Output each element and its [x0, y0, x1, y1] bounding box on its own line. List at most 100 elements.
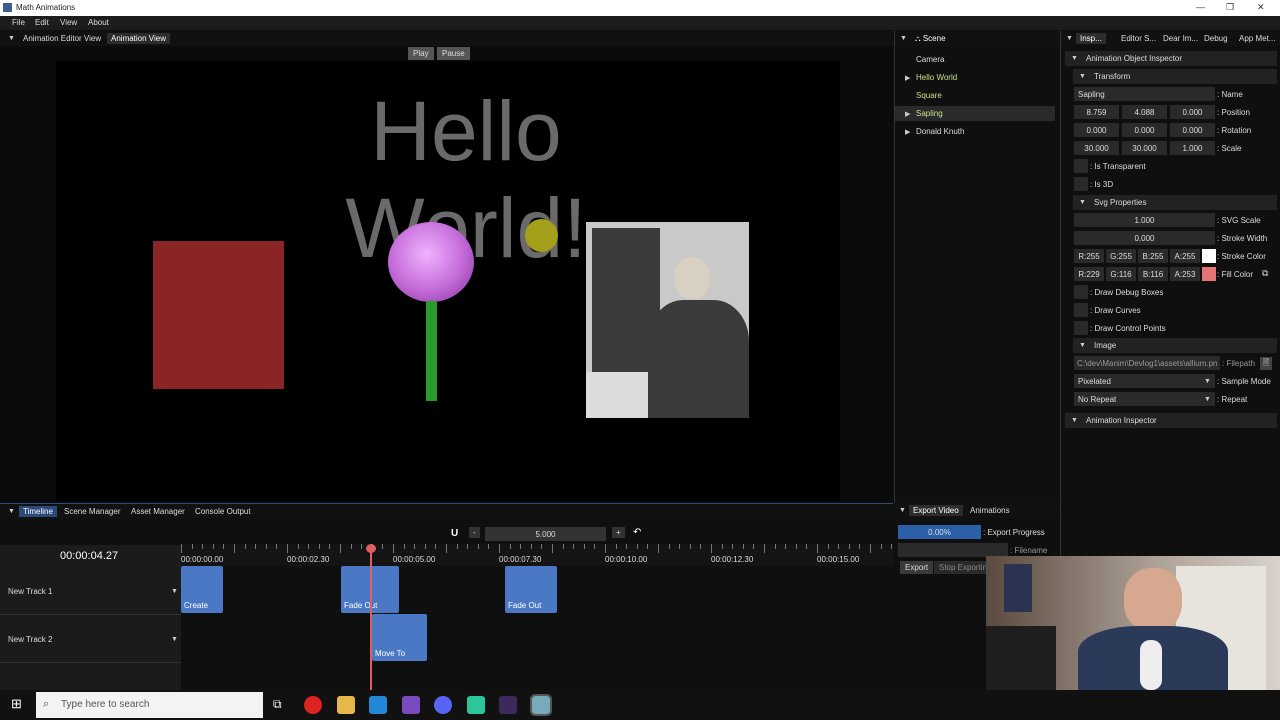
playhead[interactable] — [370, 548, 372, 690]
image-header[interactable]: ▼ Image — [1073, 338, 1277, 353]
menu-file[interactable]: File — [12, 18, 25, 27]
tab-inspector[interactable]: Insp... — [1076, 33, 1106, 44]
transform-header[interactable]: ▼ Transform — [1073, 69, 1277, 84]
rotation-y-input[interactable]: 0.000 — [1122, 123, 1167, 137]
app-icon-purple[interactable] — [499, 696, 517, 714]
tab-app-metrics[interactable]: App Met... — [1235, 33, 1279, 44]
tab-animations[interactable]: Animations — [966, 505, 1014, 516]
tab-asset-manager[interactable]: Asset Manager — [127, 506, 189, 517]
scene-item-sapling[interactable]: ▶ Sapling — [895, 106, 1055, 121]
scale-x-input[interactable]: 30.000 — [1074, 141, 1119, 155]
tab-console-output[interactable]: Console Output — [191, 506, 255, 517]
tab-export-video[interactable]: Export Video — [909, 505, 963, 516]
filepath-input[interactable]: C:\dev\Manim\Devlog1\assets\allium.pn — [1074, 356, 1220, 370]
repeat-select[interactable]: No Repeat — [1074, 392, 1215, 406]
scale-y-input[interactable]: 30.000 — [1122, 141, 1167, 155]
draw-control-points-checkbox[interactable] — [1074, 321, 1088, 335]
sample-mode-select[interactable]: Pixelated — [1074, 374, 1215, 388]
position-x-input[interactable]: 8.759 — [1074, 105, 1119, 119]
math-animations-taskbar-icon[interactable] — [530, 694, 552, 716]
tab-editor-settings[interactable]: Editor S... — [1117, 33, 1160, 44]
stroke-a-input[interactable]: A:255 — [1170, 249, 1200, 263]
current-time-box: 00:00:04.27 — [0, 545, 181, 567]
track-header-2[interactable]: New Track 2 ▼ — [0, 615, 181, 663]
dock-menu-icon[interactable]: ▼ — [8, 35, 15, 42]
is-3d-checkbox[interactable] — [1074, 177, 1088, 191]
menu-about[interactable]: About — [88, 18, 109, 27]
magnet-icon[interactable]: U — [451, 528, 458, 539]
animation-inspector-header[interactable]: ▼ Animation Inspector — [1065, 413, 1277, 428]
visual-studio-icon[interactable] — [402, 696, 420, 714]
dock-menu-icon[interactable]: ▼ — [1066, 35, 1073, 42]
task-view-icon[interactable]: ⧉ — [273, 697, 282, 712]
dock-menu-icon[interactable]: ▼ — [900, 35, 907, 42]
clip-create[interactable]: Create — [181, 566, 223, 613]
play-button[interactable]: Play — [408, 47, 434, 60]
file-browse-icon[interactable]: 🗎 — [1260, 357, 1272, 370]
scene-item-donald-knuth[interactable]: ▶ Donald Knuth — [895, 124, 1055, 139]
file-explorer-icon[interactable] — [337, 696, 355, 714]
menu-view[interactable]: View — [60, 18, 77, 27]
name-input[interactable]: Sapling — [1074, 87, 1215, 101]
chevron-down-icon[interactable]: ▼ — [171, 588, 178, 595]
discord-icon[interactable] — [434, 696, 452, 714]
stroke-b-input[interactable]: B:255 — [1138, 249, 1168, 263]
tab-scene-manager[interactable]: Scene Manager — [60, 506, 124, 517]
menu-edit[interactable]: Edit — [35, 18, 49, 27]
fill-r-input[interactable]: R:229 — [1074, 267, 1104, 281]
rotation-x-input[interactable]: 0.000 — [1074, 123, 1119, 137]
fill-a-input[interactable]: A:253 — [1170, 267, 1200, 281]
svg-scale-input[interactable]: 1.000 — [1074, 213, 1215, 227]
copy-icon[interactable]: ⧉ — [1262, 268, 1268, 279]
export-button[interactable]: Export — [900, 561, 934, 574]
zoom-plus-button[interactable]: + — [612, 527, 625, 538]
rotation-z-input[interactable]: 0.000 — [1170, 123, 1215, 137]
windows-start-icon[interactable]: ⊞ — [11, 696, 22, 712]
scale-z-input[interactable]: 1.000 — [1170, 141, 1215, 155]
svg-properties-header[interactable]: ▼ Svg Properties — [1073, 195, 1277, 210]
menu-bar: File Edit View About — [0, 16, 1280, 30]
tab-debug[interactable]: Debug — [1200, 33, 1232, 44]
zoom-minus-button[interactable]: - — [469, 527, 480, 538]
taskbar-search[interactable]: ⌕ Type here to search — [36, 692, 263, 718]
timeline-ruler[interactable]: 00:00:00.00 00:00:02.30 00:00:05.00 00:0… — [181, 544, 893, 566]
tab-animation-view[interactable]: Animation View — [107, 33, 170, 44]
clip-fade-out-2[interactable]: Fade Out — [505, 566, 557, 613]
tab-animation-editor-view[interactable]: Animation Editor View — [19, 33, 105, 44]
clip-move-to[interactable]: Move To — [372, 614, 427, 661]
position-z-input[interactable]: 0.000 — [1170, 105, 1215, 119]
is-transparent-checkbox[interactable] — [1074, 159, 1088, 173]
stroke-g-input[interactable]: G:255 — [1106, 249, 1136, 263]
close-button[interactable]: ✕ — [1257, 2, 1265, 13]
fill-color-swatch[interactable] — [1202, 267, 1216, 281]
stroke-r-input[interactable]: R:255 — [1074, 249, 1104, 263]
tab-dear-imgui[interactable]: Dear Im... — [1159, 33, 1202, 44]
vscode-icon[interactable] — [369, 696, 387, 714]
zoom-input[interactable]: 5.000 — [485, 527, 606, 541]
animation-object-inspector-header[interactable]: ▼ Animation Object Inspector — [1065, 51, 1277, 66]
position-y-input[interactable]: 4.088 — [1122, 105, 1167, 119]
minimize-button[interactable]: — — [1196, 2, 1205, 12]
scene-item-square[interactable]: Square — [895, 88, 1055, 103]
pause-button[interactable]: Pause — [437, 47, 470, 60]
dock-menu-icon[interactable]: ▼ — [899, 507, 906, 514]
stroke-color-swatch[interactable] — [1202, 249, 1216, 263]
dock-menu-icon[interactable]: ▼ — [8, 508, 15, 515]
filename-input[interactable] — [898, 543, 1008, 557]
playhead-handle[interactable] — [366, 544, 376, 553]
app-icon-green[interactable] — [467, 696, 485, 714]
track-header-1[interactable]: New Track 1 ▼ — [0, 567, 181, 615]
tab-timeline[interactable]: Timeline — [19, 506, 57, 517]
tab-scene[interactable]: ⛬ Scene — [911, 33, 950, 45]
stroke-width-input[interactable]: 0.000 — [1074, 231, 1215, 245]
draw-debug-boxes-checkbox[interactable] — [1074, 285, 1088, 299]
undo-icon[interactable]: ↶ — [633, 527, 641, 538]
fill-b-input[interactable]: B:116 — [1138, 267, 1168, 281]
draw-curves-checkbox[interactable] — [1074, 303, 1088, 317]
maximize-button[interactable]: ❐ — [1226, 2, 1234, 13]
opera-icon[interactable] — [304, 696, 322, 714]
chevron-down-icon[interactable]: ▼ — [171, 636, 178, 643]
scene-item-camera[interactable]: Camera — [895, 52, 1055, 67]
fill-g-input[interactable]: G:116 — [1106, 267, 1136, 281]
scene-item-hello-world[interactable]: ▶ Hello World — [895, 70, 1055, 85]
